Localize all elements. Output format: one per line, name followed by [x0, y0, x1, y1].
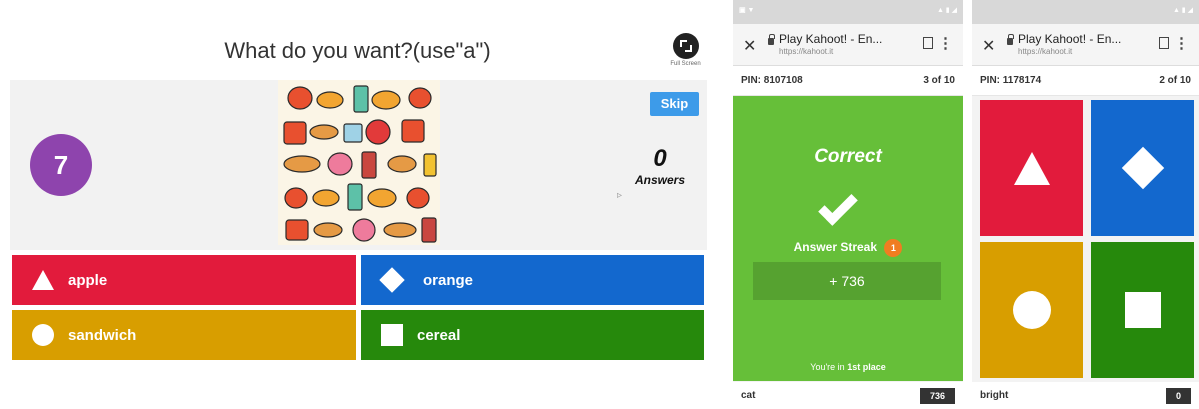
answer-label: cereal	[417, 326, 461, 344]
more-menu-icon[interactable]: ⋮	[1174, 34, 1189, 52]
food-pattern-image	[278, 80, 440, 245]
status-bar: ▲ ▮ ◢	[972, 0, 1199, 24]
player-name: cat	[741, 390, 756, 401]
bookmark-icon[interactable]	[1159, 37, 1169, 49]
answer-tile-red[interactable]	[980, 100, 1083, 236]
place-prefix: You're in	[810, 362, 845, 372]
answer-option-yellow[interactable]: sandwich	[12, 310, 356, 360]
player-phone-correct: ▣ ▼ ▲ ▮ ◢ ✕ Play Kahoot! - En... https:/…	[733, 0, 963, 409]
player-footer: cat 736	[733, 382, 963, 409]
browser-toolbar: ✕ Play Kahoot! - En... https://kahoot.it…	[972, 24, 1199, 66]
player-name: bright	[980, 390, 1009, 401]
streak-label: Answer Streak	[793, 240, 878, 255]
countdown-timer: 7	[30, 134, 92, 196]
lock-icon	[1007, 34, 1014, 45]
player-footer: bright 0	[972, 382, 1199, 409]
question-text: What do you want?(use"a")	[224, 38, 491, 63]
circle-icon	[32, 324, 54, 346]
browser-url: https://kahoot.it	[779, 47, 834, 56]
notification-icons: ▣ ▼	[739, 7, 755, 14]
system-icons: ▲ ▮ ◢	[1172, 7, 1193, 14]
question-image	[278, 80, 440, 245]
place-value: 1st place	[847, 362, 886, 372]
answer-label: orange	[423, 271, 474, 289]
square-icon	[381, 324, 403, 346]
status-bar: ▣ ▼ ▲ ▮ ◢	[733, 0, 963, 24]
checkmark-icon	[818, 186, 858, 226]
player-score: 0	[1165, 387, 1191, 404]
answer-grid	[980, 100, 1195, 378]
answers-count-number: 0	[653, 145, 667, 172]
streak-badge: 1	[884, 239, 903, 257]
browser-toolbar: ✕ Play Kahoot! - En... https://kahoot.it…	[733, 24, 963, 66]
square-icon	[1124, 292, 1161, 328]
fullscreen-button[interactable]: Full Screen	[663, 33, 708, 67]
result-title: Correct	[814, 146, 882, 167]
answer-option-green[interactable]: cereal	[361, 310, 704, 360]
question-progress: 2 of 10	[1159, 75, 1191, 86]
answer-option-red[interactable]: apple	[12, 255, 356, 305]
placement-text: You're in 1st place	[733, 362, 963, 372]
answer-tile-blue[interactable]	[1091, 100, 1194, 236]
triangle-icon	[32, 270, 54, 290]
bookmark-icon[interactable]	[923, 37, 933, 49]
answer-label: sandwich	[68, 326, 137, 344]
fullscreen-icon	[672, 33, 699, 59]
close-icon[interactable]: ✕	[982, 36, 995, 56]
diamond-icon	[379, 267, 405, 293]
player-phone-answer-grid: ▲ ▮ ◢ ✕ Play Kahoot! - En... https://kah…	[972, 0, 1199, 409]
score-gain: + 736	[753, 262, 941, 300]
answer-tile-green[interactable]	[1091, 242, 1194, 378]
triangle-icon	[1013, 151, 1050, 185]
skip-button[interactable]: Skip	[650, 92, 699, 116]
answer-tile-yellow[interactable]	[980, 242, 1083, 378]
answer-label: apple	[68, 271, 108, 289]
browser-url: https://kahoot.it	[1018, 47, 1073, 56]
player-score: 736	[919, 387, 955, 404]
fullscreen-label: Full Screen	[670, 61, 701, 67]
browser-title: Play Kahoot! - En...	[1018, 32, 1122, 46]
host-screen: What do you want?(use"a") Full Screen 7	[0, 0, 715, 409]
browser-title: Play Kahoot! - En...	[779, 32, 883, 46]
close-icon[interactable]: ✕	[743, 36, 756, 56]
more-menu-icon[interactable]: ⋮	[938, 34, 953, 52]
system-icons: ▲ ▮ ◢	[936, 7, 957, 14]
mouse-cursor-icon: ▹	[617, 190, 623, 201]
answers-counter: 0 Answers	[620, 145, 700, 187]
correct-result-panel: Correct Answer Streak 1 + 736 You're in …	[733, 96, 963, 381]
lock-icon	[768, 34, 775, 45]
game-pin: PIN: 8107108	[741, 75, 803, 86]
diamond-icon	[1121, 146, 1164, 190]
answer-option-blue[interactable]: orange	[361, 255, 704, 305]
game-pin-bar: PIN: 8107108 3 of 10	[733, 66, 963, 96]
game-pin: PIN: 1178174	[980, 75, 1042, 86]
circle-icon	[1012, 291, 1051, 329]
question-progress: 3 of 10	[923, 75, 955, 86]
game-pin-bar: PIN: 1178174 2 of 10	[972, 66, 1199, 96]
answer-streak: Answer Streak 1	[733, 239, 963, 257]
answers-count-label: Answers	[634, 173, 686, 187]
